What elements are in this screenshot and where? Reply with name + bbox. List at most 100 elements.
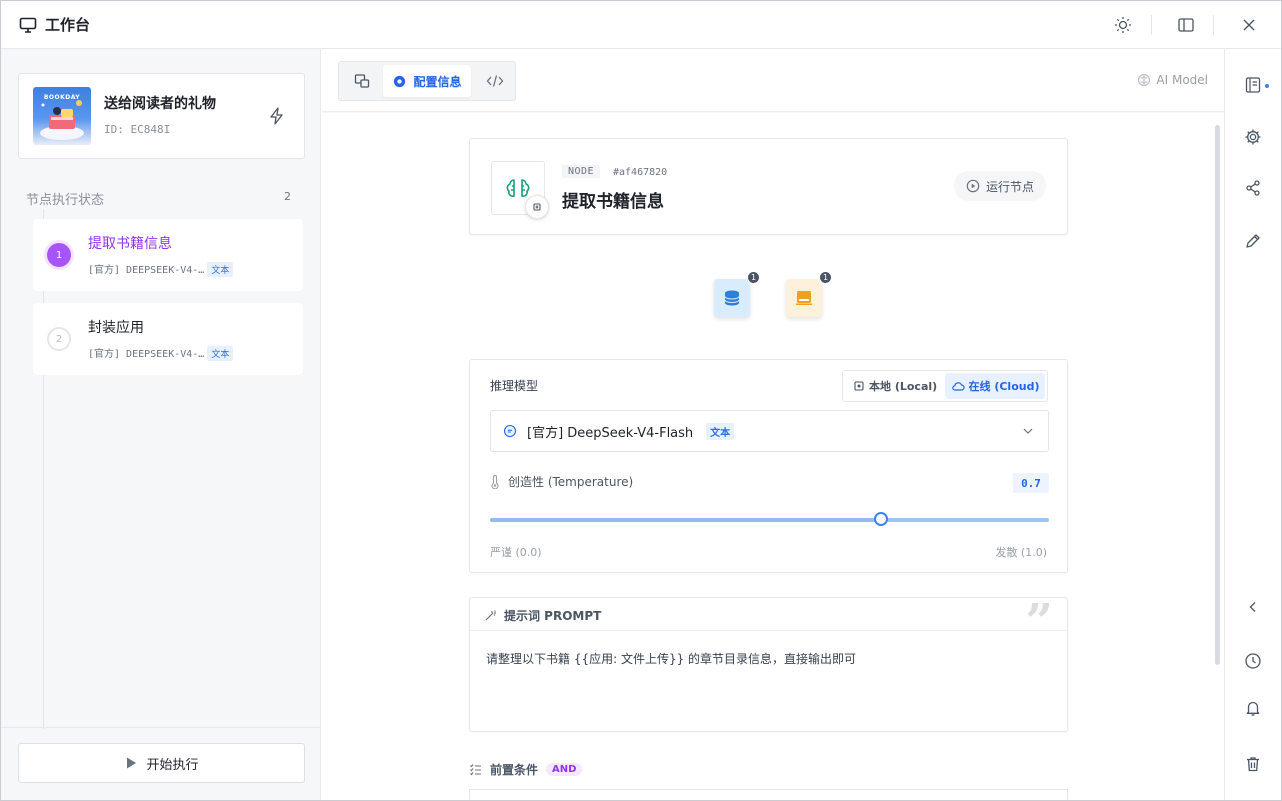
code-icon <box>486 75 504 87</box>
node-item-name: 封装应用 <box>88 320 144 336</box>
temperature-slider-fill <box>490 518 882 522</box>
config-scroll-area[interactable]: NODE #af467820 提取书籍信息 运行节点 1 1 推理模型 本地 (… <box>322 113 1224 801</box>
play-circle-icon <box>966 179 980 193</box>
close-icon <box>1243 19 1255 31</box>
node-pause-badge[interactable] <box>525 195 549 219</box>
lightning-icon[interactable] <box>267 106 287 126</box>
monitor-icon <box>19 17 37 33</box>
brain-icon <box>506 179 530 197</box>
node-status-count: 2 <box>284 190 291 203</box>
app-card[interactable]: BOOKDAY 送给阅读者的礼物 ID: EC848I <box>18 73 305 159</box>
node-index-badge: 2 <box>47 327 71 351</box>
quote-icon: ” <box>1025 594 1053 650</box>
right-rail <box>1224 49 1281 800</box>
tab-preview[interactable] <box>347 65 377 97</box>
rail-delete-button[interactable] <box>1242 753 1264 775</box>
prompt-card: 提示词 PROMPT ” 请整理以下书籍 {{应用: 文件上传}} 的章节目录信… <box>469 597 1068 732</box>
main-panel: 配置信息 AI Model NODE #af467820 提取书籍信息 运行节点… <box>322 49 1224 801</box>
node-header-card: NODE #af467820 提取书籍信息 运行节点 <box>469 138 1068 235</box>
database-icon <box>724 290 740 306</box>
model-select-value: [官方] DeepSeek-V4-Flash <box>527 425 694 441</box>
pencil-icon <box>1246 234 1260 248</box>
node-item-model: [官方] DEEPSEEK-V4-… 文本 <box>88 261 234 277</box>
view-tabs: 配置信息 <box>338 61 516 101</box>
node-status-item[interactable]: 1 提取书籍信息 [官方] DEEPSEEK-V4-… 文本 <box>33 219 303 291</box>
cloud-option[interactable]: 在线 (Cloud) <box>945 373 1045 399</box>
window-title: 工作台 <box>45 16 91 34</box>
slider-min-label: 严谨 (0.0) <box>490 546 542 559</box>
preconditions-heading: 前置条件 AND <box>469 761 583 778</box>
preconditions-card <box>469 789 1068 801</box>
run-node-button[interactable]: 运行节点 <box>954 171 1046 201</box>
tab-code[interactable] <box>479 65 511 97</box>
share-icon <box>1246 180 1260 196</box>
rail-collapse-button[interactable] <box>1242 596 1264 618</box>
model-label: 推理模型 <box>490 379 539 393</box>
start-execution-button[interactable]: 开始执行 <box>18 743 305 783</box>
sidebar-toggle-button[interactable] <box>1174 13 1198 37</box>
left-sidebar: BOOKDAY 送给阅读者的礼物 ID: EC848I 节点执行状态 2 1 提… <box>1 49 321 800</box>
cloud-icon <box>951 382 965 391</box>
rail-document-button[interactable] <box>1242 74 1264 96</box>
rail-history-button[interactable] <box>1242 650 1264 672</box>
run-node-label: 运行节点 <box>985 179 1034 194</box>
text-tag: 文本 <box>207 262 234 277</box>
rail-share-button[interactable] <box>1242 177 1264 199</box>
trash-icon <box>1247 757 1259 772</box>
temperature-label: 创造性 (Temperature) <box>490 473 633 490</box>
node-title: 提取书籍信息 <box>562 192 664 212</box>
node-item-name: 提取书籍信息 <box>88 236 172 252</box>
input-database-node[interactable]: 1 <box>714 271 760 317</box>
slider-max-label: 发散 (1.0) <box>995 546 1047 559</box>
thermometer-icon <box>491 474 499 489</box>
output-count-badge: 1 <box>819 271 832 284</box>
preconditions-title: 前置条件 <box>490 763 539 777</box>
active-indicator-dot <box>1265 84 1269 88</box>
play-icon <box>127 757 137 769</box>
model-select[interactable]: [官方] DeepSeek-V4-Flash 文本 <box>490 410 1049 452</box>
prompt-title: 提示词 PROMPT <box>484 607 601 624</box>
pause-icon <box>533 203 541 211</box>
text-tag: 文本 <box>207 346 234 361</box>
scrollbar[interactable] <box>1215 125 1220 665</box>
model-text-tag: 文本 <box>706 422 735 440</box>
rail-notification-button[interactable] <box>1242 697 1264 719</box>
title-bar: 工作台 <box>0 0 1282 49</box>
node-item-model-text: [官方] DEEPSEEK-V4-… <box>88 265 205 276</box>
sun-icon <box>1115 17 1131 33</box>
theme-toggle-button[interactable] <box>1111 13 1135 37</box>
node-status-item[interactable]: 2 封装应用 [官方] DEEPSEEK-V4-… 文本 <box>33 303 303 375</box>
and-tag: AND <box>546 763 583 776</box>
ai-model-indicator[interactable]: AI Model <box>1137 73 1208 87</box>
chevron-down-icon <box>1023 428 1033 434</box>
document-icon <box>1245 77 1261 93</box>
temperature-slider-thumb[interactable] <box>874 512 889 526</box>
chat-bubble-icon <box>503 424 517 438</box>
prompt-text[interactable]: 请整理以下书籍 {{应用: 文件上传}} 的章节目录信息，直接输出即可 <box>486 650 856 667</box>
cloud-option-label: 在线 (Cloud) <box>968 380 1040 393</box>
sidebar-footer-divider <box>1 727 321 728</box>
local-option[interactable]: 本地 (Local) <box>853 373 937 399</box>
brain-icon <box>1138 73 1151 87</box>
node-item-model-text: [官方] DEEPSEEK-V4-… <box>88 349 205 360</box>
bell-icon <box>1246 701 1260 716</box>
gear-icon <box>394 75 406 87</box>
rail-settings-button[interactable] <box>1242 126 1264 148</box>
node-status-heading: 节点执行状态 <box>26 193 105 208</box>
clock-icon <box>1245 653 1261 669</box>
node-index-badge: 1 <box>47 243 71 267</box>
app-id: ID: EC848I <box>104 123 171 136</box>
magic-wand-icon <box>485 610 496 621</box>
temperature-slider[interactable] <box>490 512 1049 526</box>
tab-config[interactable]: 配置信息 <box>383 65 471 97</box>
output-node[interactable]: 1 <box>786 271 832 317</box>
input-count-badge: 1 <box>747 271 760 284</box>
main-toolbar: 配置信息 AI Model <box>322 49 1224 112</box>
preview-icon <box>354 74 370 88</box>
rail-edit-button[interactable] <box>1242 230 1264 252</box>
chip-icon <box>854 381 864 391</box>
close-button[interactable] <box>1237 13 1261 37</box>
temperature-value: 0.7 <box>1013 473 1049 493</box>
node-kind-badge: NODE <box>562 165 601 178</box>
prompt-header: 提示词 PROMPT ” <box>470 598 1067 646</box>
